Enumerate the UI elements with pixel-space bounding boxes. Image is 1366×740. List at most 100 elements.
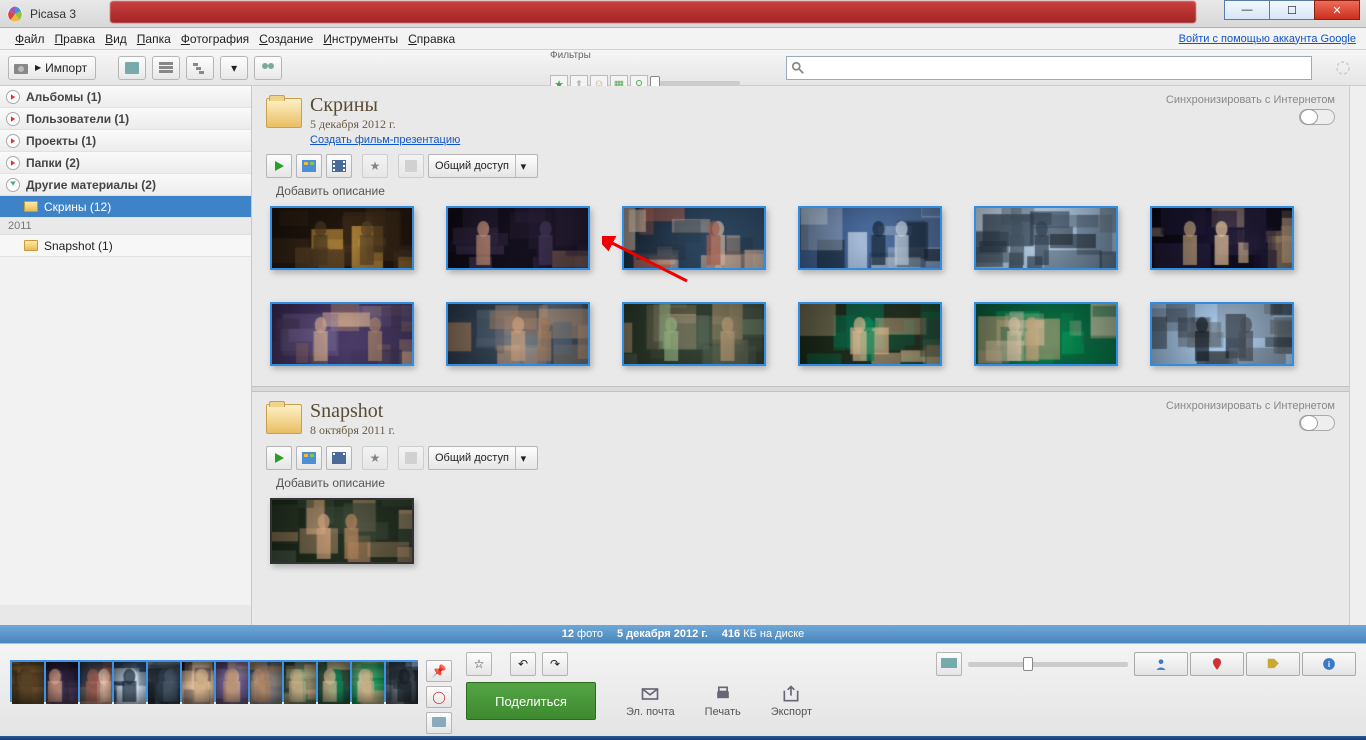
menu-edit[interactable]: Правка xyxy=(50,32,101,46)
share-big-button[interactable]: Поделиться xyxy=(466,682,596,720)
window-maximize-button[interactable]: ☐ xyxy=(1269,0,1315,20)
thumbnail[interactable] xyxy=(446,302,590,366)
tray-thumbnail[interactable] xyxy=(112,660,146,702)
slideshow-button[interactable] xyxy=(266,446,292,470)
thumbnail[interactable] xyxy=(1150,206,1294,270)
tray-thumbnail[interactable] xyxy=(10,660,44,702)
email-button[interactable]: Эл. почта xyxy=(626,684,675,718)
sidebar-cat-folders[interactable]: Папки (2) xyxy=(0,152,251,174)
tray-pin-button[interactable]: 📌 xyxy=(426,660,452,682)
thumbnail[interactable] xyxy=(446,206,590,270)
tray-thumbnail[interactable] xyxy=(316,660,350,702)
thumbnail[interactable] xyxy=(1150,302,1294,366)
menu-file[interactable]: Файл xyxy=(10,32,50,46)
folder-title[interactable]: Snapshot xyxy=(310,400,395,423)
tray-thumbnail[interactable] xyxy=(248,660,282,702)
folder-block-snapshot: Snapshot 8 октября 2011 г. Синхронизиров… xyxy=(252,392,1349,584)
favorite-button[interactable]: ☆ xyxy=(466,652,492,676)
window-minimize-button[interactable]: — xyxy=(1224,0,1270,20)
tray-thumbnail[interactable] xyxy=(78,660,112,702)
share-button[interactable]: Общий доступ▾ xyxy=(428,154,538,178)
geo-tag-button[interactable] xyxy=(1190,652,1244,676)
folder-description[interactable]: Добавить описание xyxy=(276,184,1335,198)
sidebar-cat-other[interactable]: Другие материалы (2) xyxy=(0,174,251,196)
titlebar-overlay xyxy=(110,1,1196,23)
tray-thumbnail[interactable] xyxy=(282,660,316,702)
picasa-logo-icon xyxy=(6,5,24,23)
properties-button[interactable]: i xyxy=(1302,652,1356,676)
folder-title[interactable]: Скрины xyxy=(310,94,460,117)
window-close-button[interactable]: ✕ xyxy=(1314,0,1360,20)
people-button[interactable] xyxy=(254,56,282,80)
tray-thumbnail[interactable] xyxy=(384,660,418,702)
import-button[interactable]: ▶ Импорт xyxy=(8,56,96,80)
people-tag-button[interactable] xyxy=(1134,652,1188,676)
sidebar-cat-albums[interactable]: Альбомы (1) xyxy=(0,86,251,108)
export-button[interactable]: Экспорт xyxy=(771,684,812,718)
sidebar-item-selected[interactable]: Скрины (12) xyxy=(0,196,251,218)
folder-description[interactable]: Добавить описание xyxy=(276,476,1335,490)
zoom-slider[interactable] xyxy=(968,662,1128,667)
thumbnail[interactable] xyxy=(622,302,766,366)
star-button[interactable]: ★ xyxy=(362,154,388,178)
windows-taskbar[interactable] xyxy=(0,736,1366,740)
rotate-ccw-button[interactable]: ↶ xyxy=(510,652,536,676)
tray-thumbnail[interactable] xyxy=(146,660,180,702)
create-movie-link[interactable]: Создать фильм-презентацию xyxy=(310,134,460,146)
view-list-button[interactable] xyxy=(152,56,180,80)
search-input[interactable] xyxy=(809,61,1307,75)
folder-date: 8 октября 2011 г. xyxy=(310,423,395,438)
thumbnail[interactable] xyxy=(622,206,766,270)
sidebar-cat-people[interactable]: Пользователи (1) xyxy=(0,108,251,130)
menu-folder[interactable]: Папка xyxy=(132,32,176,46)
sync-toggle[interactable] xyxy=(1299,415,1335,431)
rotate-cw-button[interactable]: ↷ xyxy=(542,652,568,676)
tray-thumbnail[interactable] xyxy=(350,660,384,702)
view-dropdown-button[interactable]: ▾ xyxy=(220,56,248,80)
tray-add-button[interactable] xyxy=(426,712,452,734)
folder-icon[interactable] xyxy=(266,98,302,128)
share-button[interactable]: Общий доступ▾ xyxy=(428,446,538,470)
folder-icon[interactable] xyxy=(266,404,302,434)
collage-button[interactable] xyxy=(296,154,322,178)
keyword-tag-button[interactable] xyxy=(1246,652,1300,676)
star-button[interactable]: ★ xyxy=(362,446,388,470)
vertical-scrollbar[interactable] xyxy=(1349,86,1366,625)
camera-icon xyxy=(13,60,31,76)
collage-button[interactable] xyxy=(296,446,322,470)
sidebar-item-snapshot[interactable]: Snapshot (1) xyxy=(0,235,251,257)
movie-button[interactable] xyxy=(326,446,352,470)
tag-button[interactable] xyxy=(398,446,424,470)
thumbnail[interactable] xyxy=(270,498,414,564)
thumbnail[interactable] xyxy=(974,302,1118,366)
tray-clear-button[interactable]: ◯ xyxy=(426,686,452,708)
window-titlebar: Picasa 3 — ☐ ✕ xyxy=(0,0,1366,28)
thumbnail[interactable] xyxy=(798,302,942,366)
slideshow-button[interactable] xyxy=(266,154,292,178)
bottom-panel: 📌 ◯ ☆ ↶ ↷ i Поделиться Эл. почта xyxy=(0,643,1366,736)
tag-button[interactable] xyxy=(398,154,424,178)
thumbnail[interactable] xyxy=(270,206,414,270)
search-box[interactable] xyxy=(786,56,1312,80)
thumbnail[interactable] xyxy=(974,206,1118,270)
search-icon xyxy=(791,61,805,75)
thumbnail[interactable] xyxy=(270,302,414,366)
thumbnail-caption-button[interactable] xyxy=(936,652,962,676)
thumbnail[interactable] xyxy=(798,206,942,270)
view-tree-button[interactable] xyxy=(186,56,214,80)
tray-thumbnail[interactable] xyxy=(180,660,214,702)
tray-thumbnail[interactable] xyxy=(44,660,78,702)
view-flat-button[interactable] xyxy=(118,56,146,80)
menu-create[interactable]: Создание xyxy=(254,32,318,46)
sidebar-cat-projects[interactable]: Проекты (1) xyxy=(0,130,251,152)
tray-thumbnail[interactable] xyxy=(214,660,248,702)
print-button[interactable]: Печать xyxy=(705,684,741,718)
menu-tools[interactable]: Инструменты xyxy=(318,32,403,46)
sync-toggle[interactable] xyxy=(1299,109,1335,125)
movie-button[interactable] xyxy=(326,154,352,178)
menu-photo[interactable]: Фотография xyxy=(176,32,254,46)
menu-help[interactable]: Справка xyxy=(403,32,460,46)
google-signin-link[interactable]: Войти с помощью аккаунта Google xyxy=(1179,33,1356,45)
loading-spinner-icon xyxy=(1334,59,1352,77)
menu-view[interactable]: Вид xyxy=(100,32,132,46)
